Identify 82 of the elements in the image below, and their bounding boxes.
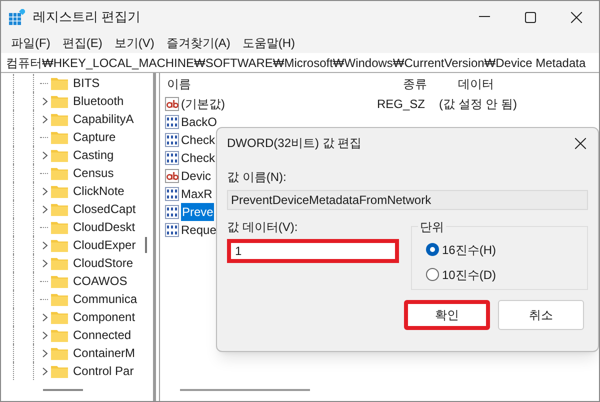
binary-value-icon [165, 133, 179, 147]
folder-icon [51, 166, 68, 180]
menu-item[interactable]: 파일(F) [5, 34, 56, 52]
tree-item[interactable]: Census [73, 164, 114, 182]
radio-label[interactable]: 16진수(H) [442, 240, 496, 258]
menu-item[interactable]: 보기(V) [108, 34, 160, 52]
tree-item[interactable]: ClosedCapt [73, 200, 136, 218]
scrollbar-thumb[interactable] [145, 237, 147, 253]
window-title: 레지스트리 편집기 [33, 8, 141, 26]
value-name[interactable]: Check [181, 149, 216, 167]
dialog-title: DWORD(32비트) 값 편집 [227, 135, 362, 152]
tree-item[interactable]: ClickNote [73, 182, 124, 200]
close-icon [570, 12, 582, 22]
value-name-field[interactable]: PreventDeviceMetadataFromNetwork [227, 190, 588, 210]
menu-item[interactable]: 즐겨찾기(A) [160, 34, 236, 52]
folder-icon [51, 184, 68, 198]
folder-icon [51, 148, 68, 162]
dialog-button[interactable]: 취소 [498, 300, 584, 330]
folder-icon [51, 220, 68, 234]
field-label: 값 데이터(V): [227, 219, 299, 236]
value-name[interactable]: Preve [181, 203, 214, 221]
tree-item[interactable]: COAWOS [73, 272, 128, 290]
menu-item[interactable]: 도움말(H) [236, 34, 301, 52]
tree-item[interactable]: Capture [73, 128, 116, 146]
tree-item[interactable]: Casting [73, 146, 114, 164]
tree-item[interactable]: CloudExper [73, 236, 136, 254]
scrollbar-thumb[interactable] [43, 389, 83, 391]
folder-icon [51, 256, 68, 270]
column-header[interactable]: 데이터 [450, 75, 494, 93]
folder-icon [51, 274, 68, 288]
value-name[interactable]: (기본값) [181, 95, 225, 113]
minimize-icon [478, 16, 490, 18]
scrollbar-thumb[interactable] [180, 389, 310, 391]
binary-value-icon [165, 187, 179, 201]
folder-icon [51, 130, 68, 144]
value-name[interactable]: Devic [181, 167, 212, 185]
value-name[interactable]: Check [181, 131, 216, 149]
address-bar[interactable]: 컴퓨터₩HKEY_LOCAL_MACHINE₩SOFTWARE₩Microsoft₩Windows₩CurrentVersion₩Device Metadata [1, 53, 599, 73]
folder-icon [51, 328, 68, 342]
string-value-icon [165, 169, 179, 183]
folder-icon [51, 346, 68, 360]
value-name[interactable]: BackO [181, 113, 218, 131]
value-name[interactable]: MaxR [181, 185, 212, 203]
folder-icon [51, 238, 68, 252]
binary-value-icon [165, 205, 179, 219]
column-header[interactable]: 이름 [160, 75, 395, 93]
expand-chevron-icon[interactable] [42, 150, 48, 160]
field-label: 값 이름(N): [227, 169, 288, 186]
value-data-field[interactable]: 1 [227, 239, 399, 263]
binary-value-icon [165, 115, 179, 129]
registry-app-icon [9, 9, 25, 25]
dialog-button[interactable]: 확인 [404, 300, 490, 330]
menu-item[interactable]: 편집(E) [56, 34, 108, 52]
column-header[interactable]: 종류 [395, 75, 450, 93]
tree-item[interactable]: Communica [73, 290, 138, 308]
binary-value-icon [165, 223, 179, 237]
folder-icon [51, 292, 68, 306]
maximize-icon [524, 12, 536, 22]
value-type: REG_SZ [377, 96, 426, 113]
folder-icon [51, 310, 68, 324]
tree-item[interactable]: Control Par [73, 362, 134, 380]
string-value-icon [165, 97, 179, 111]
radio-button[interactable] [426, 268, 439, 281]
tree-item[interactable]: CloudStore [73, 254, 134, 272]
value-data: (값 설정 안 됨) [439, 96, 518, 113]
tree-item[interactable]: Bluetooth [73, 92, 124, 110]
tree-item[interactable]: ContainerM [73, 344, 136, 362]
close-icon [574, 138, 586, 148]
folder-icon [51, 94, 68, 108]
binary-value-icon [165, 151, 179, 165]
tree-item[interactable]: CapabilityA [73, 110, 134, 128]
folder-icon [51, 112, 68, 126]
tree-item[interactable]: Connected [73, 326, 132, 344]
radio-label[interactable]: 10진수(D) [442, 266, 496, 284]
folder-icon [51, 364, 68, 378]
folder-icon [51, 76, 68, 90]
radio-button[interactable] [426, 243, 439, 256]
tree-item[interactable]: CloudDeskt [73, 218, 136, 236]
tree-item[interactable]: BITS [73, 74, 100, 92]
value-name[interactable]: Reque [181, 221, 216, 239]
tree-item[interactable]: Component [73, 308, 136, 326]
folder-icon [51, 202, 68, 216]
